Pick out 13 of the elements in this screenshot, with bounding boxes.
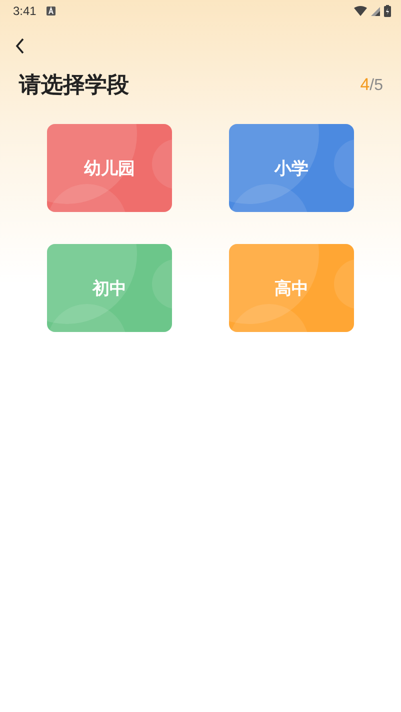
signal-icon — [371, 6, 380, 16]
wifi-icon — [354, 6, 367, 16]
battery-icon — [384, 5, 391, 17]
back-icon — [15, 38, 25, 54]
stage-card[interactable]: 初中 — [47, 244, 172, 332]
stage-card[interactable]: 小学 — [229, 124, 354, 212]
step-current: 4 — [360, 75, 370, 94]
step-total: /5 — [370, 77, 383, 94]
notification-icon — [46, 6, 56, 16]
status-time: 3:41 — [13, 4, 36, 18]
stage-card[interactable]: 高中 — [229, 244, 354, 332]
stage-card[interactable]: 幼儿园 — [47, 124, 172, 212]
page-title: 请选择学段 — [19, 72, 129, 100]
